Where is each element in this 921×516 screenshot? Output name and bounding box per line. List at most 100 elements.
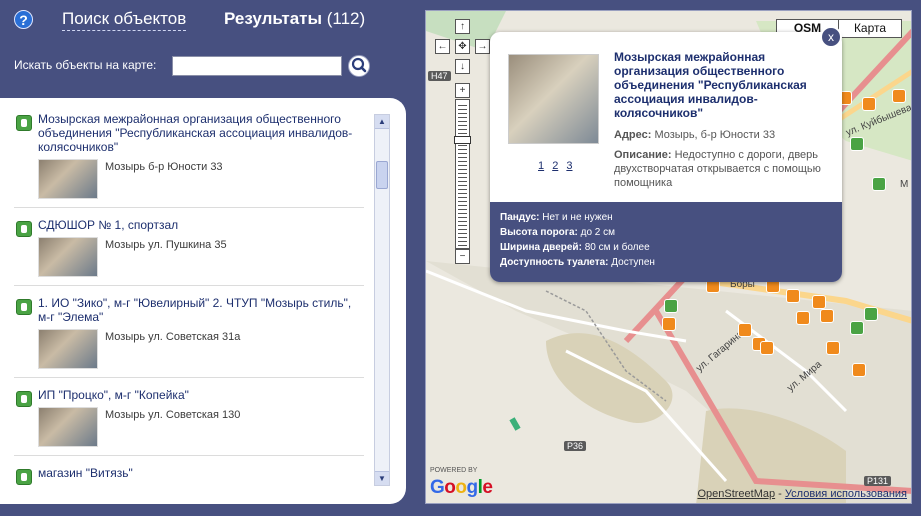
popup-attributes: Пандус: Нет и не нужен Высота порога: до… [490, 202, 842, 282]
popup-pager: 1 2 3 [538, 160, 578, 172]
map-marker[interactable] [852, 363, 866, 377]
divider [14, 207, 364, 208]
pan-down-icon[interactable]: ↓ [455, 59, 470, 74]
pan-left-icon[interactable]: ← [435, 39, 450, 54]
pan-center-icon[interactable]: ✥ [455, 39, 470, 54]
result-title[interactable]: 1. ИО "Зико", м-г "Ювелирный" 2. ЧТУП "М… [38, 296, 364, 324]
popup-title: Мозырская межрайонная организация общест… [614, 50, 807, 120]
accessible-pin-icon [16, 299, 32, 315]
result-title[interactable]: ИП "Процко", м-г "Копейка" [38, 388, 364, 402]
scroll-thumb[interactable] [376, 161, 388, 189]
popup-address: Адрес: Мозырь, б-р Юности 33 [614, 129, 775, 141]
popup-page-link[interactable]: 3 [566, 160, 572, 172]
road-label-p131: Р131 [864, 476, 892, 486]
result-list: Мозырская межрайонная организация общест… [14, 112, 364, 490]
map-marker[interactable] [872, 177, 886, 191]
search-input[interactable] [172, 56, 342, 76]
divider [14, 455, 364, 456]
result-title[interactable]: СДЮШОР № 1, спортзал [38, 218, 364, 232]
pan-up-icon[interactable]: ↑ [455, 19, 470, 34]
popup-address-label: Адрес: [614, 129, 652, 141]
map-credit: OpenStreetMap - Условия использования [697, 488, 907, 500]
result-title[interactable]: магазин "Витязь" [38, 466, 364, 480]
map-marker[interactable] [892, 89, 906, 103]
popup-attr-row: Ширина дверей: 80 см и более [500, 240, 832, 255]
map-marker[interactable] [738, 323, 752, 337]
popup-page-link[interactable]: 2 [552, 160, 558, 172]
map-marker[interactable] [812, 295, 826, 309]
popup-page-link[interactable]: 1 [538, 160, 544, 172]
popup-photo[interactable] [508, 54, 599, 144]
popup-attr-row: Доступность туалета: Доступен [500, 255, 832, 270]
result-item[interactable]: магазин "Витязь" [14, 466, 364, 485]
map-marker[interactable] [862, 97, 876, 111]
attr-label: Высота порога: [500, 227, 578, 238]
divider [14, 377, 364, 378]
divider [14, 285, 364, 286]
popup-description: Описание: Недоступно с дороги, дверь дву… [614, 148, 826, 190]
map-marker[interactable] [864, 307, 878, 321]
result-thumbnail[interactable] [38, 237, 98, 277]
results-scrollbar[interactable]: ▲ ▼ [374, 114, 390, 486]
accessible-pin-icon [16, 115, 32, 131]
attr-label: Ширина дверей: [500, 242, 582, 253]
help-icon[interactable]: ? [14, 10, 33, 29]
result-address: Мозырь ул. Советская 130 [105, 409, 241, 421]
credit-separator: - [775, 488, 785, 500]
zoom-out-icon[interactable]: − [455, 249, 470, 264]
road-label-h47: Н47 [428, 71, 451, 81]
info-popup: 1 2 3 Мозырская межрайонная организация … [490, 32, 842, 282]
street-label-m: М [900, 179, 909, 190]
result-item[interactable]: 1. ИО "Зико", м-г "Ювелирный" 2. ЧТУП "М… [14, 296, 364, 378]
result-item[interactable]: Мозырская межрайонная организация общест… [14, 112, 364, 208]
result-item[interactable]: СДЮШОР № 1, спортзал Мозырь ул. Пушкина … [14, 218, 364, 286]
attr-value: Нет и не нужен [542, 212, 613, 223]
map-marker[interactable] [826, 341, 840, 355]
popup-close-icon[interactable]: x [820, 26, 842, 48]
map-marker[interactable] [850, 321, 864, 335]
attr-value: 80 см и более [584, 242, 650, 253]
popup-attr-row: Пандус: Нет и не нужен [500, 210, 832, 225]
google-logo[interactable]: Google [430, 477, 493, 499]
map-type-karta[interactable]: Карта [839, 20, 901, 37]
zoom-slider[interactable] [454, 99, 471, 249]
zoom-ticks [458, 102, 467, 246]
scroll-down-icon[interactable]: ▼ [375, 471, 389, 485]
popup-address-value: Мозырь, б-р Юности 33 [654, 129, 776, 141]
result-item[interactable]: ИП "Процко", м-г "Копейка" Мозырь ул. Со… [14, 388, 364, 456]
credit-osm-link[interactable]: OpenStreetMap [697, 488, 775, 500]
zoom-in-icon[interactable]: + [455, 83, 470, 98]
search-label: Искать объекты на карте: [14, 58, 157, 72]
results-panel: Мозырская межрайонная организация общест… [0, 98, 406, 504]
map-marker[interactable] [850, 137, 864, 151]
result-address: Мозырь ул. Советская 31а [105, 331, 241, 343]
popup-desc-label: Описание: [614, 149, 672, 161]
attr-label: Доступность туалета: [500, 257, 609, 268]
result-thumbnail[interactable] [38, 407, 98, 447]
attr-value: до 2 см [580, 227, 616, 238]
result-thumbnail[interactable] [38, 159, 98, 199]
magnifier-icon [351, 57, 367, 73]
map-marker[interactable] [664, 299, 678, 313]
scroll-up-icon[interactable]: ▲ [375, 115, 389, 129]
nav-results: Результаты (112) [224, 9, 365, 29]
map-marker[interactable] [662, 317, 676, 331]
result-address: Мозырь ул. Пушкина 35 [105, 239, 227, 251]
map-marker[interactable] [760, 341, 774, 355]
result-thumbnail[interactable] [38, 329, 98, 369]
nav-search-objects[interactable]: Поиск объектов [62, 9, 187, 31]
results-count: (112) [326, 9, 366, 28]
road-label-p36: Р36 [564, 441, 587, 451]
map-marker[interactable] [820, 309, 834, 323]
zoom-knob[interactable] [454, 136, 471, 144]
results-label: Результаты [224, 9, 323, 28]
credit-terms-link[interactable]: Условия использования [785, 488, 907, 500]
attr-value: Доступен [611, 257, 655, 268]
map-marker[interactable] [786, 289, 800, 303]
accessible-pin-icon [16, 221, 32, 237]
pan-right-icon[interactable]: → [475, 39, 490, 54]
map-marker[interactable] [796, 311, 810, 325]
accessible-pin-icon [16, 469, 32, 485]
search-button[interactable] [348, 55, 370, 77]
result-title[interactable]: Мозырская межрайонная организация общест… [38, 112, 364, 154]
